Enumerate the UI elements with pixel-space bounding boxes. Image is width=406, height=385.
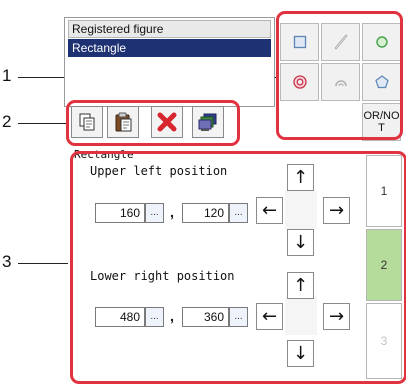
highlight-rectangle-panel [70, 151, 406, 384]
callout-1: 1 [2, 66, 12, 85]
leader-line-2 [18, 123, 67, 124]
callout-3: 3 [2, 252, 12, 271]
highlight-edit-toolbar [66, 100, 240, 146]
callout-2: 2 [2, 112, 12, 131]
highlight-shape-buttons [276, 11, 403, 140]
registered-figure-header: Registered figure [68, 20, 271, 38]
registered-figure-list: Registered figure Rectangle [64, 17, 275, 107]
leader-line-3 [18, 263, 70, 264]
registered-figure-item[interactable]: Rectangle [68, 39, 271, 57]
